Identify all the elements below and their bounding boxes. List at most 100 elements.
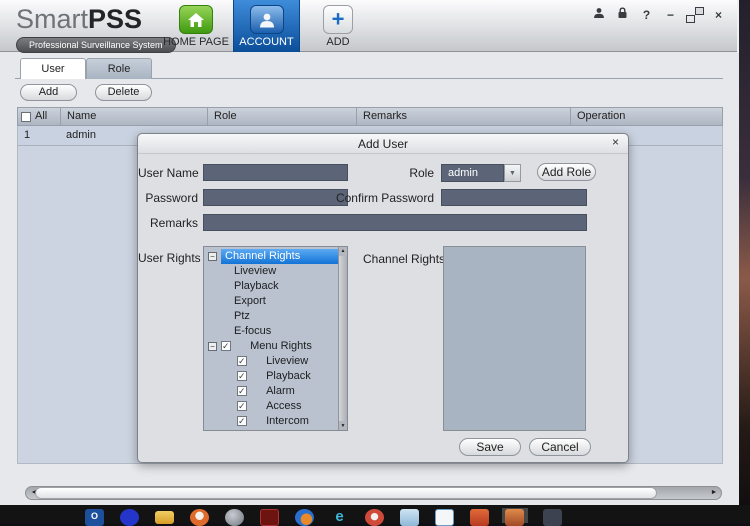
dialog-title: Add User bbox=[138, 134, 628, 154]
tree-items: − Channel Rights Liveview Playback Expor… bbox=[204, 249, 338, 431]
collapse-icon[interactable]: − bbox=[208, 252, 217, 261]
tree-item-menu-playback[interactable]: ✓ Playback bbox=[204, 369, 338, 384]
tree-item-label: Playback bbox=[217, 370, 311, 382]
user-name-input[interactable] bbox=[203, 164, 348, 181]
brand-tagline: Professional Surveillance System bbox=[16, 37, 176, 53]
scroll-up-icon[interactable]: ▲ bbox=[339, 248, 347, 254]
tree-item-efocus[interactable]: E-focus bbox=[204, 324, 338, 339]
taskbar-item[interactable] bbox=[467, 508, 493, 523]
header-remarks: Remarks bbox=[356, 108, 570, 125]
taskbar-item-active[interactable] bbox=[502, 508, 528, 523]
taskbar-item[interactable] bbox=[362, 508, 388, 523]
nav-add[interactable]: + ADD bbox=[312, 0, 364, 52]
taskbar-item[interactable] bbox=[152, 508, 178, 523]
account-icon bbox=[250, 5, 284, 34]
window-controls: ? − × bbox=[592, 7, 725, 22]
taskbar-item[interactable] bbox=[292, 508, 318, 523]
minimize-button[interactable]: − bbox=[664, 8, 677, 22]
lock-icon[interactable] bbox=[616, 7, 629, 22]
taskbar-item[interactable] bbox=[540, 508, 566, 523]
tree-item-label: Playback bbox=[234, 280, 279, 292]
nav-account[interactable]: ACCOUNT bbox=[233, 0, 300, 52]
chrome-icon bbox=[365, 509, 384, 526]
tree-item-menu-rights[interactable]: − ✓ Menu Rights bbox=[204, 339, 338, 354]
brand-name-light: Smart bbox=[16, 4, 88, 34]
home-icon bbox=[179, 5, 213, 34]
tree-item-ptz[interactable]: Ptz bbox=[204, 309, 338, 324]
horizontal-scrollbar[interactable]: ◄ ► bbox=[25, 486, 722, 500]
tree-item-label: Video Wall bbox=[217, 430, 318, 431]
outlook-letter: O bbox=[85, 509, 104, 523]
scroll-right-icon[interactable]: ► bbox=[708, 487, 720, 499]
user-name-label: User Name bbox=[138, 166, 198, 180]
taskbar-item[interactable]: O bbox=[82, 508, 108, 523]
taskbar-item[interactable] bbox=[117, 508, 143, 523]
tree-item-label: Ptz bbox=[234, 310, 250, 322]
alarm-checkbox[interactable]: ✓ bbox=[237, 386, 247, 396]
taskbar-item[interactable] bbox=[222, 508, 248, 523]
nav-add-label: ADD bbox=[326, 36, 349, 48]
taskbar-item[interactable] bbox=[187, 508, 213, 523]
tab-role[interactable]: Role bbox=[86, 58, 152, 79]
tree-item-menu-access[interactable]: ✓ Access bbox=[204, 399, 338, 414]
cancel-button[interactable]: Cancel bbox=[529, 438, 591, 456]
user-rights-tree[interactable]: − Channel Rights Liveview Playback Expor… bbox=[203, 246, 348, 431]
taskbar-item[interactable] bbox=[432, 508, 458, 523]
playback-checkbox[interactable]: ✓ bbox=[237, 371, 247, 381]
tree-item-label: Menu Rights bbox=[217, 340, 312, 352]
check-icon: ✓ bbox=[238, 429, 246, 431]
select-all-checkbox[interactable] bbox=[21, 112, 31, 122]
channel-rights-panel[interactable] bbox=[443, 246, 586, 431]
tree-item-export[interactable]: Export bbox=[204, 294, 338, 309]
tree-item-label: Liveview bbox=[234, 265, 276, 277]
access-checkbox[interactable]: ✓ bbox=[237, 401, 247, 411]
add-user-button[interactable]: Add bbox=[20, 84, 77, 101]
user-rights-label: User Rights bbox=[138, 251, 198, 265]
tab-user[interactable]: User bbox=[20, 58, 86, 79]
role-dropdown-button[interactable]: ▼ bbox=[504, 164, 521, 182]
user-session-icon[interactable] bbox=[592, 7, 605, 22]
tree-item-menu-liveview[interactable]: ✓ Liveview bbox=[204, 354, 338, 369]
delete-user-button[interactable]: Delete bbox=[95, 84, 152, 101]
tree-item-label: Channel Rights bbox=[221, 250, 300, 262]
tree-item-label: Liveview bbox=[217, 355, 308, 367]
app-blue-icon bbox=[120, 509, 139, 526]
smartpss-icon bbox=[505, 509, 524, 526]
tree-scrollbar-thumb[interactable] bbox=[339, 256, 347, 421]
scroll-down-icon[interactable]: ▼ bbox=[339, 423, 347, 429]
nav-home-page[interactable]: HOME PAGE bbox=[160, 0, 232, 52]
check-icon: ✓ bbox=[238, 384, 246, 399]
tree-item-channel-rights[interactable]: − Channel Rights bbox=[204, 249, 338, 264]
taskbar-item[interactable] bbox=[397, 508, 423, 523]
taskbar-item[interactable] bbox=[257, 508, 283, 523]
menu-rights-checkbox[interactable]: ✓ bbox=[221, 341, 231, 351]
close-button[interactable]: × bbox=[712, 8, 725, 22]
tree-item-menu-intercom[interactable]: ✓ Intercom bbox=[204, 414, 338, 429]
save-button[interactable]: Save bbox=[459, 438, 521, 456]
role-select[interactable]: admin bbox=[441, 164, 504, 182]
smartpss-window: SmartPSS Professional Surveillance Syste… bbox=[0, 0, 739, 505]
tree-item-menu-videowall[interactable]: ✓ Video Wall bbox=[204, 429, 338, 431]
app-orange-icon bbox=[190, 509, 209, 526]
tree-item-menu-alarm[interactable]: ✓ Alarm bbox=[204, 384, 338, 399]
confirm-password-input[interactable] bbox=[441, 189, 587, 206]
row-index: 1 bbox=[18, 126, 60, 145]
add-role-button[interactable]: Add Role bbox=[537, 163, 596, 181]
nav-account-label: ACCOUNT bbox=[239, 36, 293, 48]
dialog-close-button[interactable]: × bbox=[612, 135, 619, 149]
intercom-checkbox[interactable]: ✓ bbox=[237, 416, 247, 426]
app-gray-icon bbox=[225, 509, 244, 526]
header-name: Name bbox=[60, 108, 207, 125]
help-button[interactable]: ? bbox=[640, 8, 653, 22]
scrollbar-thumb[interactable] bbox=[35, 487, 657, 499]
tree-item-liveview[interactable]: Liveview bbox=[204, 264, 338, 279]
tree-scrollbar[interactable]: ▲ ▼ bbox=[338, 247, 347, 430]
remarks-input[interactable] bbox=[203, 214, 587, 231]
header-all: All bbox=[18, 108, 60, 125]
tree-item-playback[interactable]: Playback bbox=[204, 279, 338, 294]
taskbar-item[interactable]: e bbox=[327, 508, 353, 523]
liveview-checkbox[interactable]: ✓ bbox=[237, 356, 247, 366]
tree-item-label: Access bbox=[217, 400, 301, 412]
role-label: Role bbox=[378, 166, 434, 180]
collapse-icon[interactable]: − bbox=[208, 342, 217, 351]
